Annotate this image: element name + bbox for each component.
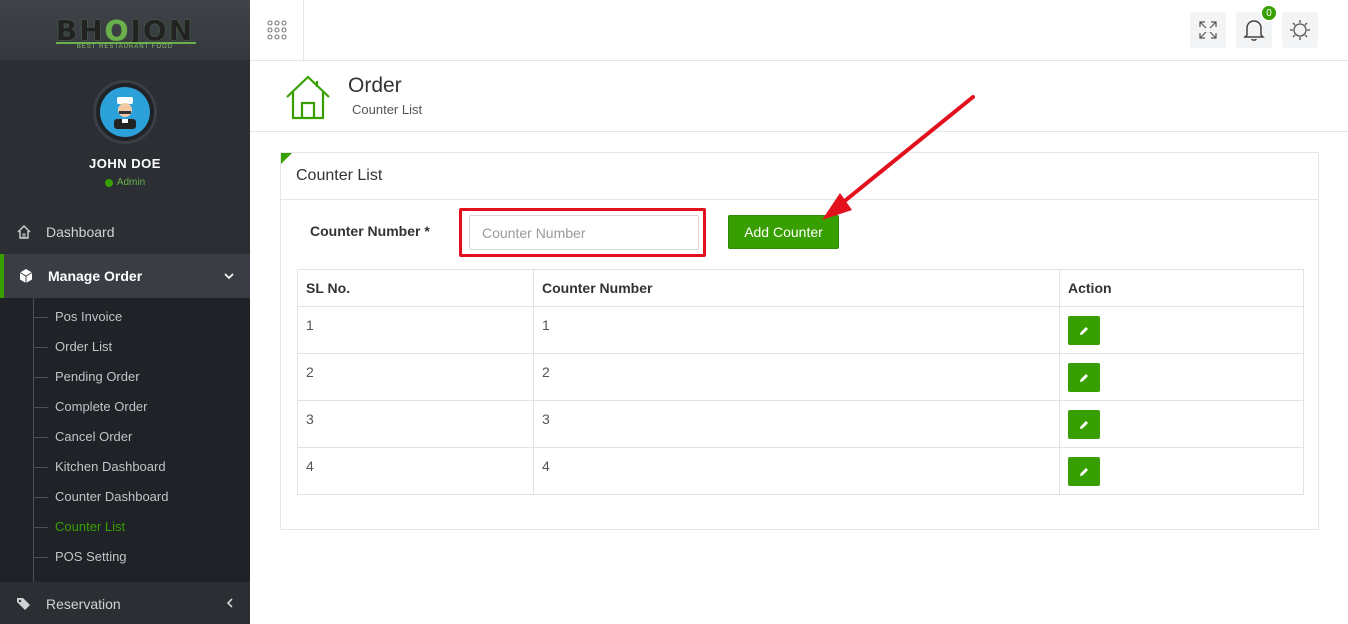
settings-button[interactable] <box>1282 12 1318 48</box>
counter-list-panel: Counter List Counter Number * Add Counte… <box>280 152 1319 530</box>
bell-icon <box>1243 20 1265 41</box>
sidebar: BHOJON BEST RESTAURANT FOOD JOHN DOE Adm… <box>0 0 250 624</box>
avatar[interactable] <box>93 80 157 144</box>
table-header-row: SL No. Counter Number Action <box>297 269 1304 307</box>
panel-title: Counter List <box>281 153 1318 200</box>
edit-button[interactable] <box>1068 316 1100 345</box>
cell-sl-no: 2 <box>297 353 534 401</box>
edit-button[interactable] <box>1068 457 1100 486</box>
pencil-icon <box>1080 420 1088 429</box>
add-counter-form: Counter Number * Add Counter <box>281 200 1318 270</box>
submenu-item-pos-setting[interactable]: POS Setting <box>0 542 250 572</box>
column-header-action: Action <box>1059 269 1304 307</box>
submenu-item-complete-order[interactable]: Complete Order <box>0 392 250 422</box>
cell-sl-no: 1 <box>297 306 534 354</box>
submenu-item-counter-list[interactable]: Counter List <box>0 512 250 542</box>
sidebar-item-reservation[interactable]: Reservation <box>0 582 250 624</box>
counter-table: SL No. Counter Number Action 1 1 2 2 3 3… <box>297 269 1304 495</box>
expand-icon <box>1199 21 1217 39</box>
gear-icon <box>1290 20 1310 40</box>
chevron-left-icon <box>226 597 234 611</box>
counter-number-label: Counter Number * <box>310 223 430 239</box>
add-counter-button[interactable]: Add Counter <box>728 215 839 249</box>
submenu-item-cancel-order[interactable]: Cancel Order <box>0 422 250 452</box>
page-subtitle: Counter List <box>352 102 423 117</box>
cell-sl-no: 3 <box>297 400 534 448</box>
pencil-icon <box>1080 373 1088 382</box>
edit-button[interactable] <box>1068 363 1100 392</box>
chef-avatar-icon <box>114 97 136 129</box>
submenu-item-counter-dashboard[interactable]: Counter Dashboard <box>0 482 250 512</box>
user-name: JOHN DOE <box>89 156 161 171</box>
table-row: 4 4 <box>297 447 1304 495</box>
fullscreen-button[interactable] <box>1190 12 1226 48</box>
edit-button[interactable] <box>1068 410 1100 439</box>
cell-counter-number: 3 <box>533 400 1060 448</box>
logo-tagline: BEST RESTAURANT FOOD <box>76 44 174 50</box>
submenu-item-order-list[interactable]: Order List <box>0 332 250 362</box>
counter-number-input[interactable] <box>469 215 699 250</box>
column-header-counter-number: Counter Number <box>533 269 1060 307</box>
sidebar-item-dashboard[interactable]: Dashboard <box>0 210 250 254</box>
chevron-down-icon <box>224 269 234 283</box>
sidebar-item-manage-order[interactable]: Manage Order <box>0 254 250 298</box>
notifications-button[interactable]: 0 <box>1236 4 1278 48</box>
notification-badge: 0 <box>1260 4 1278 22</box>
cell-action <box>1059 400 1304 448</box>
table-row: 3 3 <box>297 400 1304 448</box>
user-profile: JOHN DOE Admin <box>0 60 250 210</box>
avatar-image <box>100 87 150 137</box>
user-role: Admin <box>116 177 146 188</box>
cell-action <box>1059 306 1304 354</box>
cell-counter-number: 1 <box>533 306 1060 354</box>
manage-order-submenu: Pos Invoice Order List Pending Order Com… <box>0 298 250 582</box>
cube-icon <box>16 268 36 284</box>
user-status: Admin <box>0 177 250 188</box>
pencil-icon <box>1080 326 1088 335</box>
logo[interactable]: BHOJON BEST RESTAURANT FOOD <box>0 0 250 60</box>
submenu-item-kitchen-dashboard[interactable]: Kitchen Dashboard <box>0 452 250 482</box>
submenu-item-pos-invoice[interactable]: Pos Invoice <box>0 302 250 332</box>
tags-icon <box>14 596 34 612</box>
sidebar-item-label: Reservation <box>46 596 121 612</box>
grid-icon <box>266 20 287 40</box>
apps-menu-button[interactable] <box>250 0 304 60</box>
cell-action <box>1059 353 1304 401</box>
top-actions: 0 <box>1190 4 1318 48</box>
top-navbar: 0 <box>250 0 1348 61</box>
online-status-icon <box>104 178 113 187</box>
house-icon <box>284 73 332 126</box>
panel-corner-accent <box>281 153 292 164</box>
cell-counter-number: 4 <box>533 447 1060 495</box>
sidebar-item-label: Manage Order <box>48 268 143 284</box>
page-title: Order <box>348 74 402 97</box>
table-row: 2 2 <box>297 353 1304 401</box>
cell-sl-no: 4 <box>297 447 534 495</box>
pencil-icon <box>1080 467 1088 476</box>
cell-counter-number: 2 <box>533 353 1060 401</box>
table-row: 1 1 <box>297 306 1304 354</box>
page-header: Order Counter List <box>250 61 1348 132</box>
home-icon <box>14 224 34 240</box>
cell-action <box>1059 447 1304 495</box>
submenu-item-pending-order[interactable]: Pending Order <box>0 362 250 392</box>
column-header-sl-no: SL No. <box>297 269 534 307</box>
sidebar-item-label: Dashboard <box>46 224 115 240</box>
